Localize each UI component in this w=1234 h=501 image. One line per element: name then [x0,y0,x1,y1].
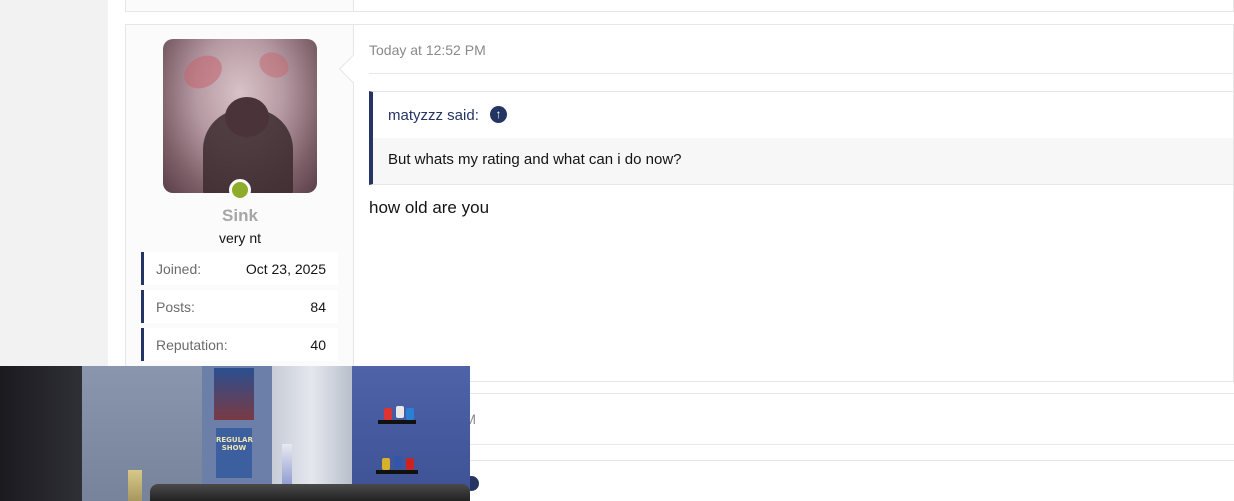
divider [369,73,1233,74]
avatar[interactable] [163,39,317,193]
divider [368,444,1234,445]
stat-label: Joined: [156,261,202,277]
quote-author[interactable]: matyzzz said: [388,107,479,124]
webcam-overlay: REGULAR SHOW [0,366,470,501]
user-title: very nt [218,230,261,246]
quote-text: But whats my rating and what can i do no… [388,151,682,168]
poster-image [214,368,254,420]
stat-value: 84 [310,299,326,315]
quote-block: matyzzz said: ↑ But whats my rating and … [369,91,1233,185]
post-message-text: how old are you [369,198,490,217]
stat-value: 40 [310,337,326,353]
arrow-up-circle-icon[interactable]: ↑ [490,106,507,123]
figure [384,408,392,420]
stat-value: Oct 23, 2025 [245,261,326,277]
username[interactable]: Sink [126,206,354,226]
post-message-column: Today at 12:52 PM matyzzz said: ↑ But wh… [355,25,1233,381]
stat-label: Posts: [156,299,195,315]
quote-body: But whats my rating and what can i do no… [373,138,1233,184]
next-post: PM [354,393,1234,501]
user-stat-reputation: Reputation: 40 [141,328,338,361]
figure [382,458,390,470]
figure [394,456,402,468]
user-stat-joined: Joined: Oct 23, 2025 [141,252,338,285]
webcam-cabinet [0,366,82,501]
figure [406,458,414,470]
next-post-quote-block [368,460,1234,501]
post-date-link[interactable]: Today at 12:52 PM [369,42,486,58]
post-user-column: Sink very nt Joined: Oct 23, 2025 Posts:… [126,25,368,381]
user-stat-posts: Posts: 84 [141,290,338,323]
quote-header: matyzzz said: ↑ [373,92,1233,138]
online-status-icon [229,179,251,201]
previous-post-user-column [126,0,354,11]
stat-label: Reputation: [156,337,228,353]
figure [396,406,404,418]
shelf [376,470,418,474]
figure [406,408,414,420]
desk [150,484,470,501]
forum-post: Sink very nt Joined: Oct 23, 2025 Posts:… [125,24,1234,382]
previous-post [125,0,1234,12]
trophy [128,470,142,501]
poster-image: REGULAR SHOW [216,428,253,478]
shelf [378,420,416,424]
